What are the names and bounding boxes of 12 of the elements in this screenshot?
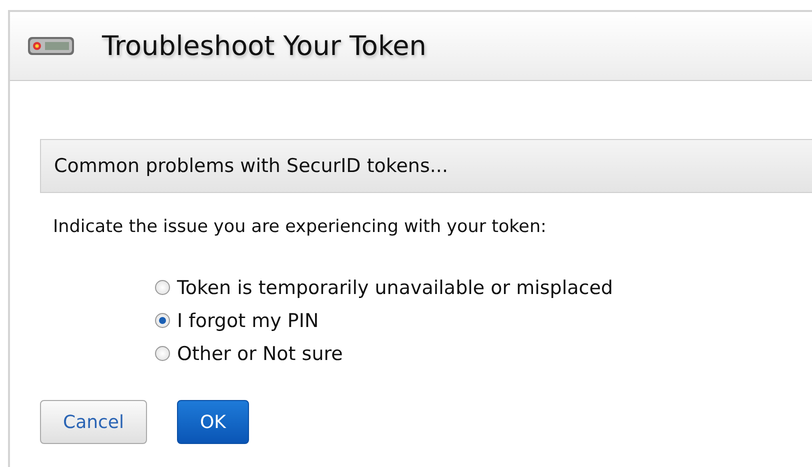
radio-button[interactable] [155,280,170,295]
radio-option[interactable]: Other or Not sure [155,337,812,370]
dialog-title: Troubleshoot Your Token [102,30,426,62]
token-icon [26,34,76,58]
ok-button[interactable]: OK [176,400,249,444]
radio-button[interactable] [155,313,170,328]
cancel-button[interactable]: Cancel [40,400,147,444]
radio-button[interactable] [155,346,170,361]
section-title: Common problems with SecurID tokens... [54,155,448,177]
radio-option[interactable]: I forgot my PIN [155,304,812,337]
radio-option[interactable]: Token is temporarily unavailable or misplaced [155,271,812,304]
instruction-text: Indicate the issue you are experiencing with your token: [53,217,548,237]
